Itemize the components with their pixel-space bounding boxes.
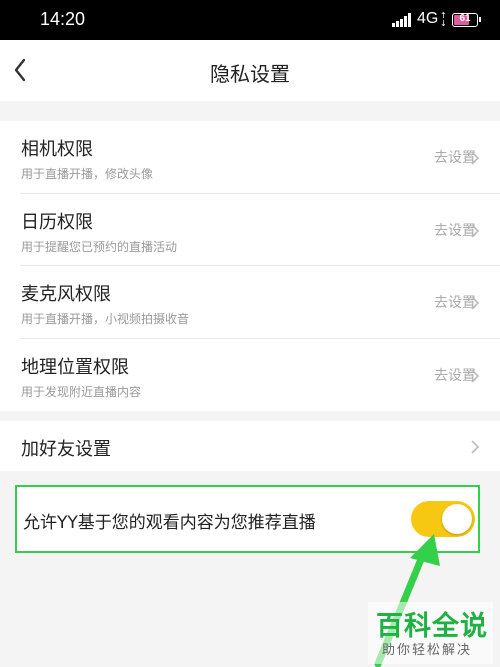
- permission-row-location[interactable]: 地理位置权限 用于发现附近直播内容 去设置: [0, 339, 500, 412]
- permission-title: 相机权限: [21, 139, 93, 160]
- friend-settings-title: 加好友设置: [21, 439, 111, 460]
- chevron-right-icon: [470, 150, 480, 165]
- recommendation-label: 允许YY基于您的观看内容为您推荐直播: [23, 513, 316, 533]
- battery-icon: 61: [452, 13, 481, 27]
- permission-desc: 用于直播开播，修改头像: [21, 167, 154, 181]
- watermark-logo: 百科全说 助你轻松解决: [368, 602, 493, 664]
- network-type: 4G: [417, 10, 439, 27]
- permission-title: 日历权限: [21, 211, 93, 233]
- permission-row-microphone[interactable]: 麦克风权限 用于直播开播，小视频拍摄收音 去设置: [0, 266, 500, 339]
- signal-icon: [392, 13, 412, 27]
- permission-desc: 用于发现附近直播内容: [21, 384, 142, 399]
- status-time: 14:20: [40, 9, 86, 29]
- permission-row-camera[interactable]: 相机权限 用于直播开播，修改头像 去设置: [0, 121, 500, 194]
- permission-desc: 用于提醒您已预约的直播活动: [21, 239, 178, 254]
- status-bar: 14:20 4G ↑ ↓ 61: [0, 0, 500, 40]
- battery-level: 61: [459, 13, 471, 24]
- permission-title: 地理位置权限: [21, 356, 129, 378]
- data-arrows-icon: ↑ ↓: [440, 11, 447, 28]
- chevron-right-icon: [470, 295, 480, 310]
- watermark-main: 百科全说: [376, 611, 488, 642]
- chevron-right-icon: [470, 439, 480, 454]
- chevron-right-icon: [470, 223, 480, 238]
- friend-settings-row[interactable]: 加好友设置: [0, 421, 500, 471]
- page-title: 隐私设置: [210, 62, 290, 86]
- permissions-list: 相机权限 用于直播开播，修改头像 去设置 日历权限 用于提醒您已预约的直播活动 …: [0, 121, 500, 411]
- chevron-right-icon: [470, 368, 480, 383]
- permission-desc: 用于直播开播，小视频拍摄收音: [21, 312, 190, 326]
- permission-title: 麦克风权限: [21, 284, 111, 305]
- nav-bar: 隐私设置: [0, 40, 500, 101]
- watermark-sub: 助你轻松解决: [382, 643, 473, 658]
- permission-row-calendar[interactable]: 日历权限 用于提醒您已预约的直播活动 去设置: [0, 194, 500, 267]
